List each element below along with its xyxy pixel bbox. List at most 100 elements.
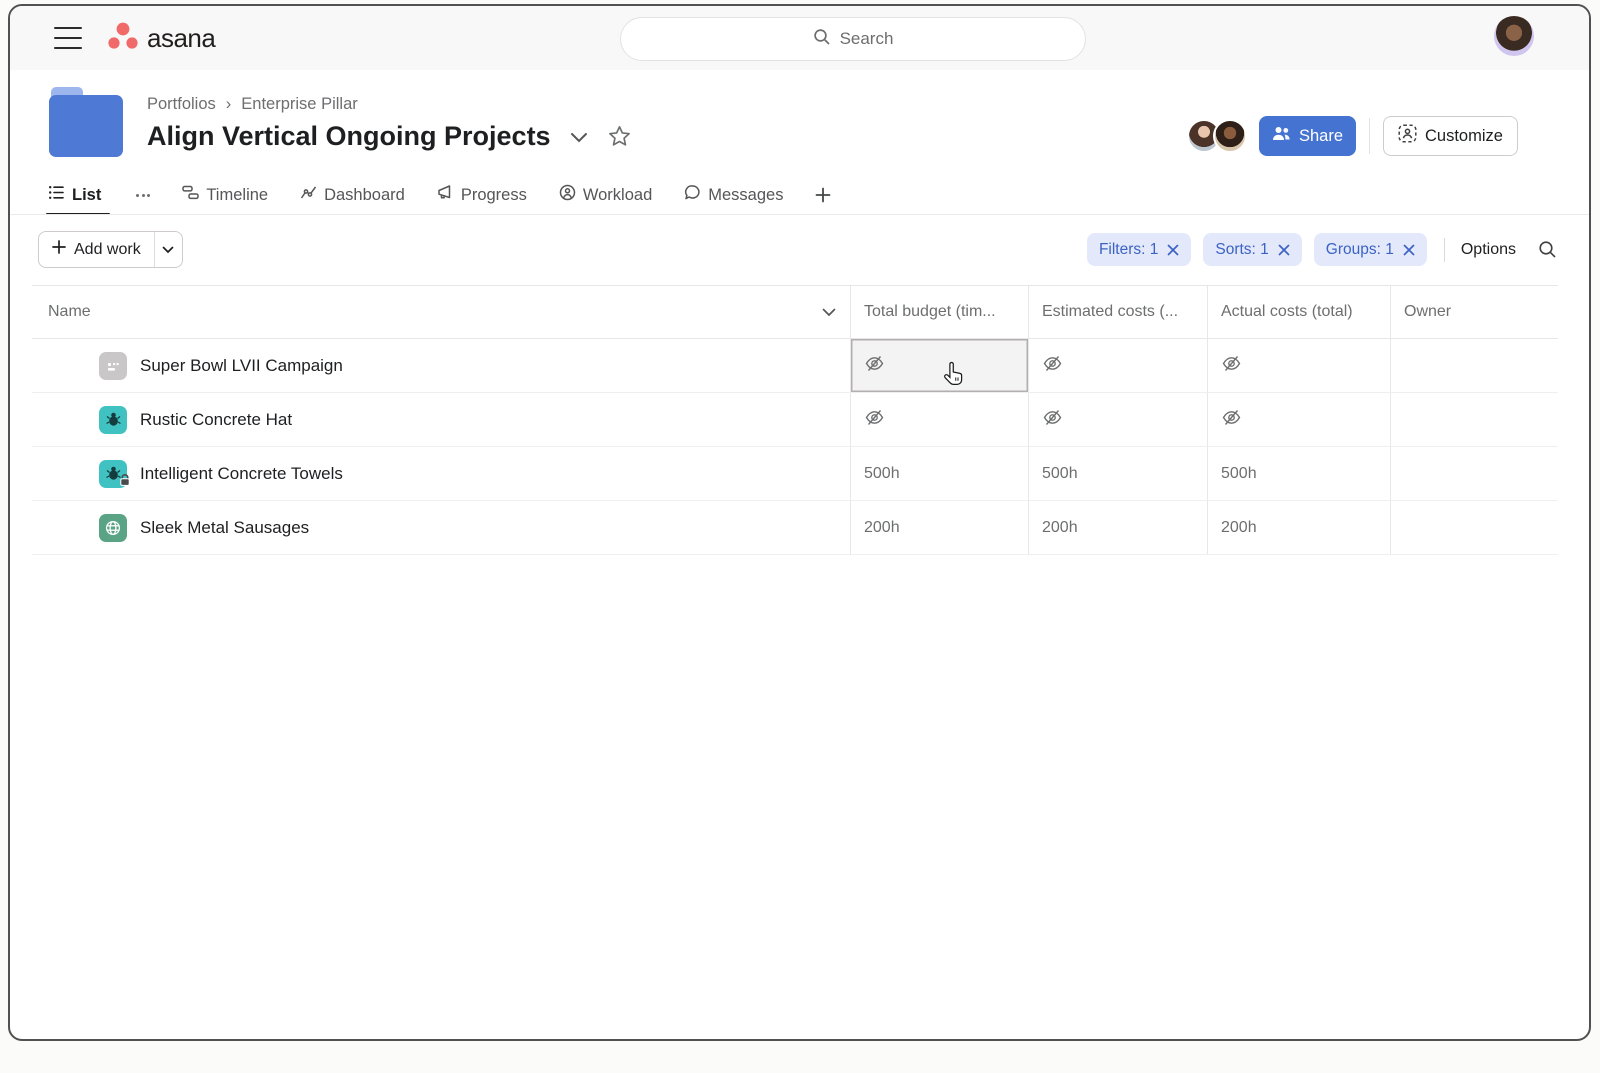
app-window: asana Search Portfolios › Enterprise Pil… xyxy=(8,4,1591,1041)
add-work-caret-button[interactable] xyxy=(154,232,182,267)
breadcrumb-enterprise-pillar[interactable]: Enterprise Pillar xyxy=(241,95,357,114)
list-icon xyxy=(48,184,65,206)
budget-cell-hidden[interactable] xyxy=(850,393,1028,446)
tab-progress[interactable]: Progress xyxy=(437,184,527,206)
member-avatar[interactable] xyxy=(1213,119,1247,153)
budget-cell[interactable]: 500h xyxy=(850,447,1028,500)
add-work-label: Add work xyxy=(74,241,141,259)
workload-icon xyxy=(559,184,576,206)
share-button-label: Share xyxy=(1299,127,1343,146)
title-chevron-down-icon[interactable] xyxy=(570,131,588,143)
project-name: Sleek Metal Sausages xyxy=(140,518,309,538)
eye-slash-icon xyxy=(1221,407,1242,433)
estimated-cell[interactable]: 200h xyxy=(1028,501,1207,554)
actual-cell-hidden[interactable] xyxy=(1207,393,1390,446)
filters-chip[interactable]: Filters: 1 xyxy=(1087,233,1191,266)
hand-cursor xyxy=(941,360,966,392)
timeline-icon xyxy=(182,184,199,206)
column-header-owner[interactable]: Owner xyxy=(1390,286,1558,338)
project-board-icon xyxy=(99,352,127,380)
progress-megaphone-icon xyxy=(437,184,454,206)
eye-slash-icon xyxy=(864,407,885,433)
tab-dashboard-label: Dashboard xyxy=(324,186,405,205)
sorts-chip-close-icon[interactable] xyxy=(1278,244,1290,256)
tab-timeline-label: Timeline xyxy=(206,186,268,205)
actual-cell-hidden[interactable] xyxy=(1207,339,1390,392)
column-header-name[interactable]: Name xyxy=(32,286,850,338)
toolbar-divider xyxy=(1444,238,1445,262)
tabs-divider xyxy=(10,214,1589,215)
owner-cell[interactable] xyxy=(1390,393,1558,446)
customize-button[interactable]: Customize xyxy=(1383,116,1518,156)
search-placeholder: Search xyxy=(840,29,894,49)
actual-cell[interactable]: 200h xyxy=(1207,501,1390,554)
table-row[interactable]: Rustic Concrete Hat xyxy=(32,393,1558,447)
owner-cell[interactable] xyxy=(1390,501,1558,554)
eye-slash-icon xyxy=(1221,353,1242,379)
top-bar: asana Search xyxy=(10,6,1589,70)
projects-table: Name Total budget (tim... Estimated cost… xyxy=(32,285,1558,555)
table-row[interactable]: Super Bowl LVII Campaign xyxy=(32,339,1558,393)
sorts-chip[interactable]: Sorts: 1 xyxy=(1203,233,1301,266)
budget-cell-hidden[interactable] xyxy=(850,339,1028,392)
options-button[interactable]: Options xyxy=(1461,241,1516,259)
tab-messages[interactable]: Messages xyxy=(684,184,783,206)
owner-cell[interactable] xyxy=(1390,339,1558,392)
list-tab-more-icon[interactable] xyxy=(136,194,150,197)
globe-icon xyxy=(99,514,127,542)
tab-dashboard[interactable]: Dashboard xyxy=(300,184,405,206)
table-search-icon[interactable] xyxy=(1538,240,1557,259)
page-title: Align Vertical Ongoing Projects xyxy=(147,121,551,152)
column-header-total-budget[interactable]: Total budget (tim... xyxy=(850,286,1028,338)
hamburger-menu-icon[interactable] xyxy=(54,27,82,49)
tab-timeline[interactable]: Timeline xyxy=(182,184,268,206)
name-column-chevron-down-icon[interactable] xyxy=(822,308,836,317)
sorts-chip-label: Sorts: 1 xyxy=(1215,241,1268,259)
groups-chip-label: Groups: 1 xyxy=(1326,241,1394,259)
groups-chip-close-icon[interactable] xyxy=(1403,244,1415,256)
portfolio-folder-icon xyxy=(49,86,123,163)
view-tabs: List Timeline Dashboard xyxy=(48,178,831,212)
breadcrumb-separator: › xyxy=(226,95,232,114)
asana-logo-dots-icon xyxy=(106,20,140,57)
add-view-plus-icon[interactable] xyxy=(815,187,831,203)
owner-cell[interactable] xyxy=(1390,447,1558,500)
project-name: Rustic Concrete Hat xyxy=(140,410,292,430)
add-work-button[interactable]: Add work xyxy=(38,231,183,268)
member-avatars xyxy=(1187,119,1247,153)
budget-cell[interactable]: 200h xyxy=(850,501,1028,554)
eye-slash-icon xyxy=(1042,353,1063,379)
customize-button-label: Customize xyxy=(1425,127,1503,146)
project-name: Super Bowl LVII Campaign xyxy=(140,356,343,376)
bug-icon xyxy=(99,406,127,434)
estimated-cell[interactable]: 500h xyxy=(1028,447,1207,500)
search-input[interactable]: Search xyxy=(620,17,1086,61)
column-header-estimated-costs[interactable]: Estimated costs (... xyxy=(1028,286,1207,338)
project-name: Intelligent Concrete Towels xyxy=(140,464,343,484)
favorite-star-icon[interactable] xyxy=(607,124,632,149)
user-avatar[interactable] xyxy=(1494,16,1534,56)
column-header-actual-costs[interactable]: Actual costs (total) xyxy=(1207,286,1390,338)
asana-logo[interactable]: asana xyxy=(106,20,215,57)
search-icon xyxy=(813,28,831,51)
bug-icon xyxy=(99,460,127,488)
estimated-cell-hidden[interactable] xyxy=(1028,339,1207,392)
eye-slash-icon xyxy=(864,353,885,379)
messages-bubble-icon xyxy=(684,184,701,206)
filters-chip-close-icon[interactable] xyxy=(1167,244,1179,256)
tab-messages-label: Messages xyxy=(708,186,783,205)
eye-slash-icon xyxy=(1042,407,1063,433)
breadcrumb-portfolios[interactable]: Portfolios xyxy=(147,95,216,114)
customize-icon xyxy=(1398,124,1417,148)
actual-cell[interactable]: 500h xyxy=(1207,447,1390,500)
header-divider xyxy=(1369,118,1370,154)
tab-list[interactable]: List xyxy=(48,184,101,206)
estimated-cell-hidden[interactable] xyxy=(1028,393,1207,446)
share-button[interactable]: Share xyxy=(1259,116,1356,156)
asana-logo-text: asana xyxy=(147,23,215,54)
table-row[interactable]: Intelligent Concrete Towels 500h 500h 50… xyxy=(32,447,1558,501)
table-row[interactable]: Sleek Metal Sausages 200h 200h 200h xyxy=(32,501,1558,555)
filters-chip-label: Filters: 1 xyxy=(1099,241,1158,259)
groups-chip[interactable]: Groups: 1 xyxy=(1314,233,1427,266)
tab-workload[interactable]: Workload xyxy=(559,184,652,206)
